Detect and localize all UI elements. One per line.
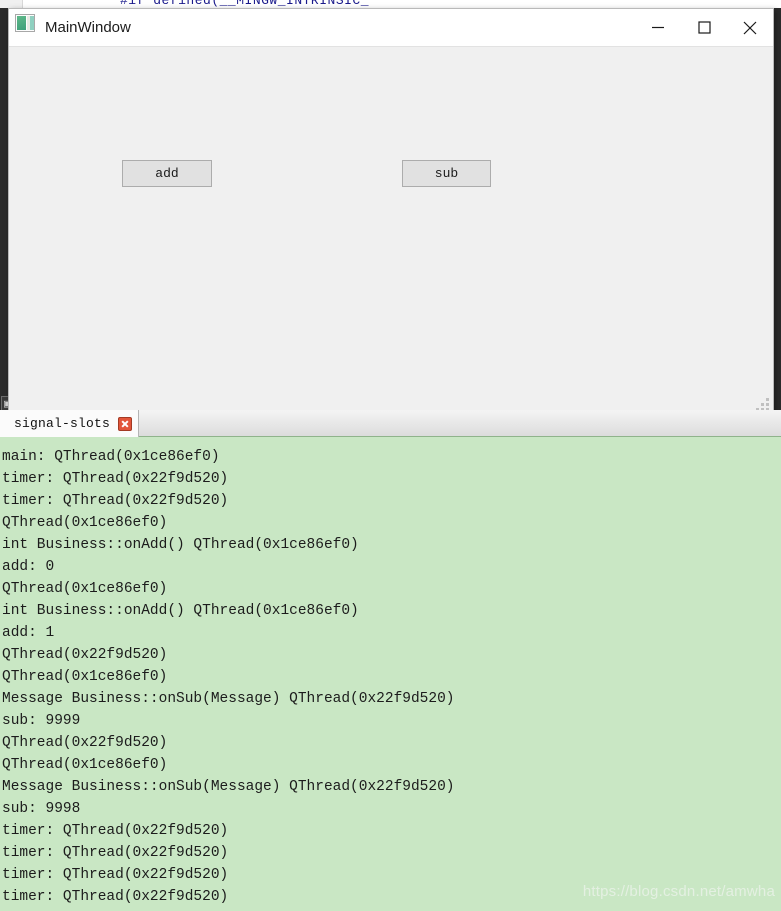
console-log-line: QThread(0x1ce86ef0) xyxy=(2,669,168,685)
sub-button[interactable]: sub xyxy=(402,160,491,187)
console-log-line: timer: QThread(0x22f9d520) xyxy=(2,823,229,839)
console-log-line: QThread(0x1ce86ef0) xyxy=(2,757,168,773)
console-log-line: QThread(0x1ce86ef0) xyxy=(2,581,168,597)
console-log-line: Message Business::onSub(Message) QThread… xyxy=(2,779,455,795)
watermark: https://blog.csdn.net/amwha xyxy=(582,883,775,900)
console-log-line: QThread(0x1ce86ef0) xyxy=(2,515,168,531)
maximize-button[interactable] xyxy=(681,9,727,46)
console-log-line: int Business::onAdd() QThread(0x1ce86ef0… xyxy=(2,537,359,553)
main-window: MainWindow add sub xyxy=(8,8,774,416)
console-log-line: int Business::onAdd() QThread(0x1ce86ef0… xyxy=(2,603,359,619)
console-tab-label: signal-slots xyxy=(14,416,111,431)
close-icon xyxy=(743,21,757,35)
minimize-button[interactable] xyxy=(635,9,681,46)
console-log-line: timer: QThread(0x22f9d520) xyxy=(2,471,229,487)
minimize-icon xyxy=(652,26,664,29)
console-log-line: main: QThread(0x1ce86ef0) xyxy=(2,449,220,465)
window-title: MainWindow xyxy=(45,19,131,36)
app-icon-tile-teal xyxy=(30,16,34,30)
add-button[interactable]: add xyxy=(122,160,212,187)
window-client-area: add sub xyxy=(9,47,773,415)
close-button[interactable] xyxy=(727,9,773,46)
console-output: main: QThread(0x1ce86ef0) timer: QThread(… xyxy=(0,437,781,911)
console-tab-bar: signal-slots xyxy=(0,410,781,437)
console-log-line: timer: QThread(0x22f9d520) xyxy=(2,493,229,509)
console-panel: signal-slots main: QThread(0x1ce86ef0) ti… xyxy=(0,410,781,911)
maximize-icon xyxy=(697,21,711,34)
console-log-line: add: 1 xyxy=(2,625,55,641)
console-tab-signal-slots[interactable]: signal-slots xyxy=(0,410,140,437)
console-log-line: Message Business::onSub(Message) QThread… xyxy=(2,691,455,707)
qt-app-icon xyxy=(15,14,35,32)
editor-code-sliver: #if defined(__MINGW_INTRINSIC_ xyxy=(120,0,370,8)
console-log-line: sub: 9998 xyxy=(2,801,81,817)
title-bar: MainWindow xyxy=(9,9,773,47)
app-icon-tile-green xyxy=(17,16,26,30)
console-log-line: QThread(0x22f9d520) xyxy=(2,647,168,663)
console-log-line: add: 0 xyxy=(2,559,55,575)
close-icon[interactable] xyxy=(118,416,133,431)
console-log-line: sub: 9999 xyxy=(2,713,81,729)
console-log-line: QThread(0x22f9d520) xyxy=(2,735,168,751)
console-log-line: timer: QThread(0x22f9d520) xyxy=(2,845,229,861)
